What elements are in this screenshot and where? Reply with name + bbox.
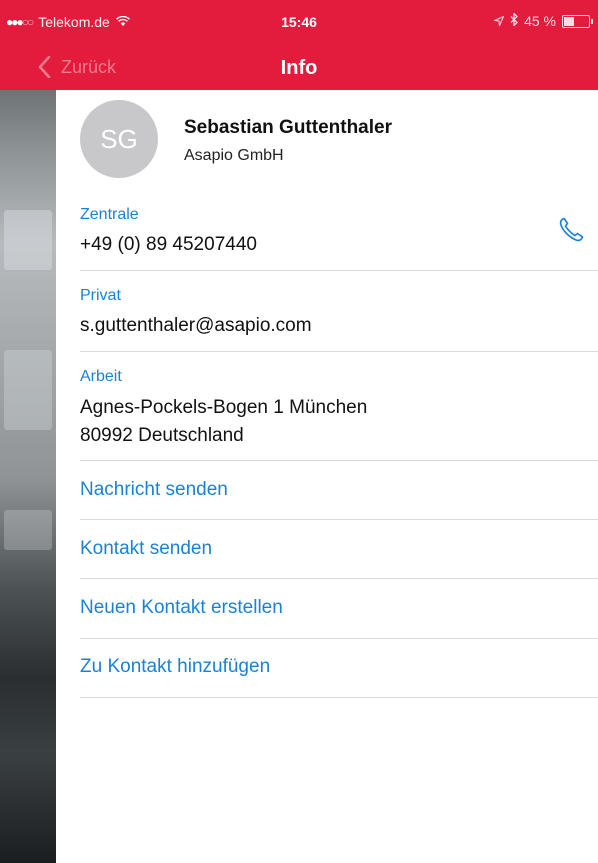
create-new-contact-button[interactable]: Neuen Kontakt erstellen	[80, 597, 283, 619]
background-blur-block	[4, 210, 52, 270]
location-arrow-icon	[492, 13, 505, 29]
avatar: SG	[80, 100, 158, 178]
work-address-line2[interactable]: 80992 Deutschland	[80, 422, 244, 450]
private-email-label: Privat	[80, 287, 121, 304]
background-blur-block	[4, 510, 52, 550]
divider	[80, 697, 598, 698]
contact-info-panel: SG Sebastian Guttenthaler Asapio GmbH Ze…	[56, 90, 598, 863]
background-page-edge	[0, 90, 56, 863]
phone-icon[interactable]	[556, 215, 586, 245]
battery-icon	[562, 14, 593, 28]
divider	[80, 351, 598, 352]
add-to-contact-button[interactable]: Zu Kontakt hinzufügen	[80, 656, 270, 678]
send-contact-button[interactable]: Kontakt senden	[80, 538, 212, 560]
work-address-label: Arbeit	[80, 368, 122, 385]
battery-percentage: 45 %	[524, 13, 556, 29]
contact-name: Sebastian Guttenthaler	[184, 117, 392, 138]
central-phone-value[interactable]: +49 (0) 89 45207440	[80, 231, 257, 259]
send-message-button[interactable]: Nachricht senden	[80, 479, 228, 501]
divider	[80, 270, 598, 271]
status-right: 45 %	[492, 11, 593, 29]
battery-fill	[564, 16, 574, 26]
page-title: Info	[280, 57, 318, 79]
divider	[80, 519, 598, 520]
work-address-line1[interactable]: Agnes-Pockels-Bogen 1 München	[80, 394, 367, 422]
bluetooth-icon	[510, 11, 518, 29]
navigation-bar: Zurück Info	[0, 44, 598, 90]
background-blur-block	[4, 350, 52, 430]
status-bar: ●●●○○ Telekom.de 15:46 45 %	[0, 0, 598, 44]
private-email-value[interactable]: s.guttenthaler@asapio.com	[80, 312, 312, 340]
central-phone-label: Zentrale	[80, 206, 139, 223]
divider	[80, 460, 598, 461]
contact-company: Asapio GmbH	[184, 147, 284, 164]
divider	[80, 578, 598, 579]
divider	[80, 638, 598, 639]
